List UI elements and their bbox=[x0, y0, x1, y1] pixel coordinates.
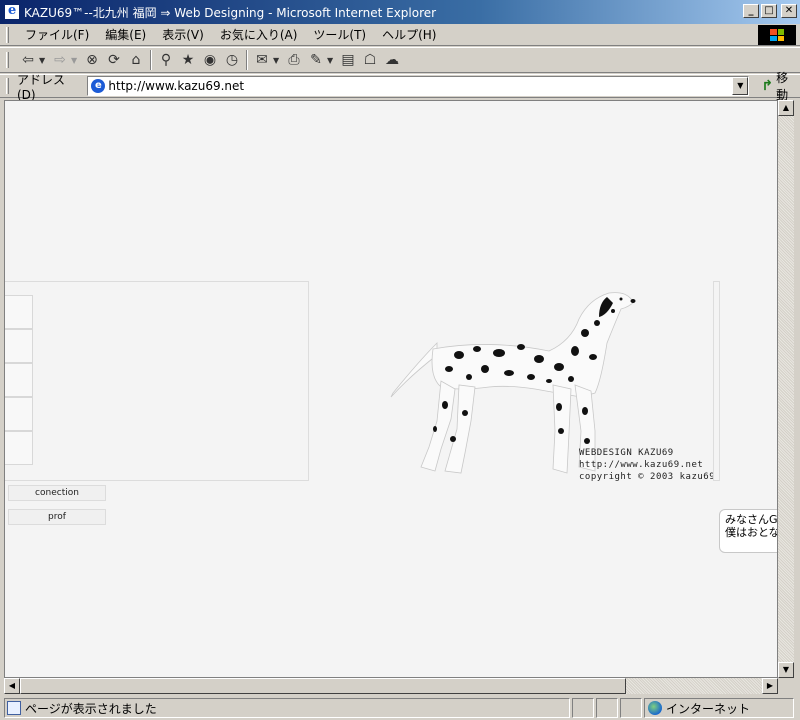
print-icon[interactable]: ⎙ bbox=[283, 49, 305, 71]
address-dropdown-icon[interactable]: ▼ bbox=[732, 77, 749, 95]
home-icon[interactable]: ⌂ bbox=[125, 49, 147, 71]
maximize-button[interactable]: □ bbox=[761, 4, 777, 18]
discuss-icon[interactable]: ▤ bbox=[337, 49, 359, 71]
address-field[interactable]: e ▼ bbox=[87, 76, 750, 96]
credit-line-1: WEBDESIGN KAZU69 bbox=[579, 448, 674, 458]
menu-bar: ファイル(F) 編集(E) 表示(V) お気に入り(A) ツール(T) ヘルプ(… bbox=[0, 24, 800, 46]
scroll-down-icon[interactable]: ▼ bbox=[778, 662, 794, 678]
prof-link[interactable]: prof bbox=[8, 509, 106, 525]
dalmatian-banner: WEBDESIGN KAZU69 http://www.kazu69.net c… bbox=[308, 281, 714, 481]
search-icon[interactable]: ⚲ bbox=[155, 49, 177, 71]
scroll-up-icon[interactable]: ▲ bbox=[778, 100, 794, 116]
scroll-left-icon[interactable]: ◀ bbox=[4, 678, 20, 694]
vertical-scrollbar[interactable]: ▲ ▼ bbox=[778, 100, 794, 678]
mail-dropdown-icon[interactable]: ▼ bbox=[273, 56, 281, 65]
go-button[interactable]: ↱ 移動 bbox=[761, 69, 800, 103]
nav-tab[interactable] bbox=[5, 363, 33, 397]
history-icon[interactable]: ◷ bbox=[221, 49, 243, 71]
message-line-1: みなさんGW bbox=[725, 513, 778, 526]
horizontal-scrollbar[interactable]: ◀ ▶ bbox=[4, 678, 778, 694]
horizontal-scroll-thumb[interactable] bbox=[20, 678, 626, 694]
refresh-icon[interactable]: ⟳ bbox=[103, 49, 125, 71]
connection-link[interactable]: conection bbox=[8, 485, 106, 501]
status-cell bbox=[620, 698, 642, 718]
page-icon: e bbox=[91, 79, 106, 93]
credit-line-3: copyright © 2003 kazu69 bbox=[579, 472, 714, 481]
edit-icon[interactable]: ✎ bbox=[305, 49, 327, 71]
close-button[interactable]: ✕ bbox=[781, 4, 797, 18]
status-text: ページが表示されました bbox=[25, 701, 157, 716]
status-cell bbox=[572, 698, 594, 718]
address-grip[interactable] bbox=[6, 78, 9, 94]
address-label: アドレス(D) bbox=[17, 72, 66, 102]
status-bar: ページが表示されました インターネット bbox=[0, 696, 800, 720]
message-line-2: 僕はおとな bbox=[725, 526, 778, 539]
security-zone[interactable]: インターネット bbox=[644, 698, 794, 718]
mail-icon[interactable]: ✉ bbox=[251, 49, 273, 71]
menu-help[interactable]: ヘルプ(H) bbox=[374, 25, 444, 45]
menu-file[interactable]: ファイル(F) bbox=[17, 25, 97, 45]
go-arrow-icon: ↱ bbox=[761, 78, 774, 94]
edit-dropdown-icon[interactable]: ▼ bbox=[327, 56, 335, 65]
menu-view[interactable]: 表示(V) bbox=[154, 25, 212, 45]
media-icon[interactable]: ◉ bbox=[199, 49, 221, 71]
title-bar[interactable]: KAZU69™--北九州 福岡 ⇒ Web Designing - Micros… bbox=[0, 0, 800, 24]
zone-label: インターネット bbox=[666, 701, 751, 716]
page-done-icon bbox=[7, 701, 21, 715]
status-cell bbox=[596, 698, 618, 718]
back-icon[interactable]: ⇦ bbox=[17, 49, 39, 71]
scroll-right-icon[interactable]: ▶ bbox=[762, 678, 778, 694]
message-box: みなさんGW 僕はおとな bbox=[719, 509, 778, 553]
ie-app-icon[interactable] bbox=[4, 3, 20, 20]
go-label: 移動 bbox=[776, 71, 789, 102]
copyright-credit: WEBDESIGN KAZU69 http://www.kazu69.net c… bbox=[579, 447, 714, 481]
forward-icon[interactable]: ⇨ bbox=[49, 49, 71, 71]
status-main: ページが表示されました bbox=[4, 698, 570, 718]
menu-edit[interactable]: 編集(E) bbox=[97, 25, 154, 45]
nav-tab[interactable] bbox=[5, 295, 33, 329]
credit-line-2: http://www.kazu69.net bbox=[579, 460, 704, 470]
forward-dropdown-icon[interactable]: ▼ bbox=[71, 56, 79, 65]
page-viewport[interactable]: WEBDESIGN KAZU69 http://www.kazu69.net c… bbox=[4, 100, 778, 678]
nav-tab[interactable] bbox=[5, 329, 33, 363]
window-title: KAZU69™--北九州 福岡 ⇒ Web Designing - Micros… bbox=[24, 5, 437, 20]
scroll-corner bbox=[778, 678, 794, 694]
menu-tools[interactable]: ツール(T) bbox=[305, 25, 374, 45]
messenger-icon[interactable]: ☖ bbox=[359, 49, 381, 71]
research-icon[interactable]: ☁ bbox=[381, 49, 403, 71]
menu-grip[interactable] bbox=[6, 26, 9, 43]
nav-tab[interactable] bbox=[5, 431, 33, 465]
favorites-icon[interactable]: ★ bbox=[177, 49, 199, 71]
toolbar-separator bbox=[246, 50, 248, 70]
stop-icon[interactable]: ⊗ bbox=[81, 49, 103, 71]
nav-tab[interactable] bbox=[5, 397, 33, 431]
back-dropdown-icon[interactable]: ▼ bbox=[39, 56, 47, 65]
menu-favorites[interactable]: お気に入り(A) bbox=[212, 25, 306, 45]
windows-logo-icon bbox=[758, 25, 796, 45]
left-nav-tabs bbox=[5, 295, 33, 465]
address-input[interactable] bbox=[108, 79, 729, 93]
globe-icon bbox=[648, 701, 662, 715]
toolbar-grip[interactable] bbox=[6, 52, 9, 68]
toolbar-separator bbox=[150, 50, 152, 70]
minimize-button[interactable]: _ bbox=[743, 4, 759, 18]
window-controls: _ □ ✕ bbox=[743, 4, 797, 18]
right-panel bbox=[719, 281, 777, 481]
standard-toolbar: ⇦ ▼ ⇨ ▼ ⊗ ⟳ ⌂ ⚲ ★ ◉ ◷ ✉ ▼ ⎙ ✎ ▼ ▤ ☖ ☁ bbox=[0, 47, 800, 73]
address-bar: アドレス(D) e ▼ ↱ 移動 bbox=[0, 71, 800, 102]
